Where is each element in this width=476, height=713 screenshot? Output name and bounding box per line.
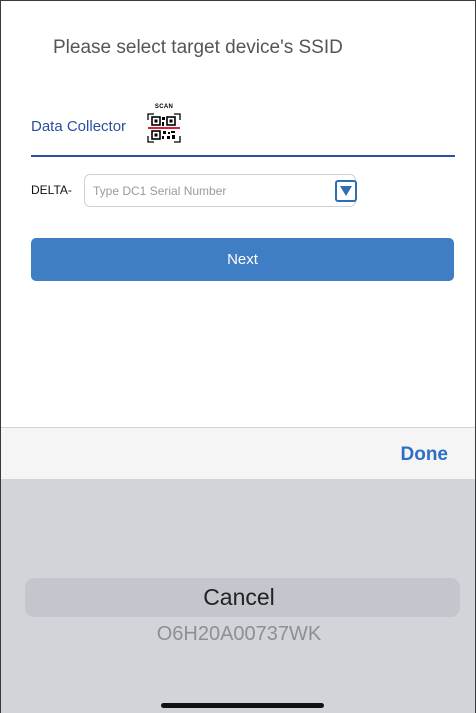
data-collector-row: Data Collector SCAN — [31, 101, 455, 159]
serial-number-input[interactable] — [84, 174, 356, 207]
collector-underline — [31, 155, 455, 157]
home-indicator[interactable] — [161, 703, 324, 708]
dropdown-triangle-icon — [340, 186, 352, 196]
picker-wheel[interactable]: Cancel O6H20A00737WK — [1, 479, 475, 713]
picker-option[interactable]: O6H20A00737WK — [1, 623, 475, 646]
scan-label: SCAN — [154, 104, 174, 110]
serial-dropdown-button[interactable] — [335, 180, 357, 202]
next-button[interactable]: Next — [31, 238, 454, 281]
picker-toolbar: Done — [1, 427, 475, 479]
data-collector-label: Data Collector — [31, 118, 127, 135]
picker-option-selected[interactable]: Cancel — [1, 584, 475, 611]
app-screen: Please select target device's SSID Data … — [0, 0, 476, 713]
scan-qr-button[interactable]: SCAN — [144, 104, 184, 148]
done-button[interactable]: Done — [401, 444, 449, 466]
serial-number-row: DELTA- — [31, 174, 455, 208]
serial-prefix-label: DELTA- — [31, 183, 72, 197]
page-title: Please select target device's SSID — [53, 37, 343, 58]
qr-code-scan-icon — [147, 113, 181, 143]
